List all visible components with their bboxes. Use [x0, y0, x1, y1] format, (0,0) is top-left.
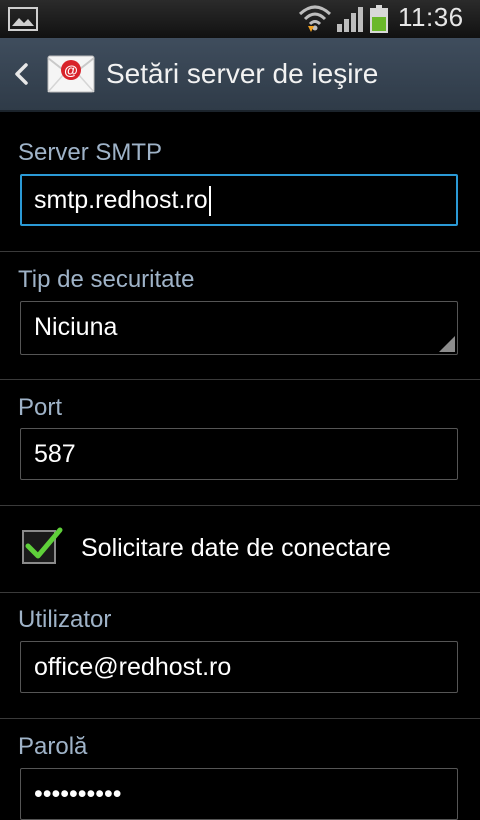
email-app-icon: @ — [46, 54, 98, 94]
text-cursor — [208, 186, 211, 217]
divider — [0, 592, 480, 593]
port-input[interactable]: 587 — [20, 428, 458, 480]
security-type-label: Tip de securitate — [18, 266, 195, 293]
username-input[interactable]: office@redhost.ro — [20, 641, 458, 693]
require-login-label[interactable]: Solicitare date de conectare — [81, 534, 391, 563]
password-value: •••••••••• — [34, 780, 122, 808]
divider — [0, 718, 480, 719]
divider — [0, 251, 480, 252]
password-label: Parolă — [18, 733, 88, 760]
action-bar: @ Setări server de ieşire — [0, 38, 480, 112]
dropdown-corner-icon — [439, 336, 455, 352]
username-value: office@redhost.ro — [34, 653, 232, 681]
page-title: Setări server de ieşire — [106, 58, 379, 89]
smtp-server-value: smtp.redhost.ro — [34, 186, 208, 214]
require-login-checkbox[interactable] — [22, 527, 63, 564]
security-type-value: Niciuna — [34, 313, 118, 341]
checkmark-icon — [25, 527, 63, 559]
status-bar: 11:36 — [0, 0, 480, 38]
divider — [0, 505, 480, 506]
username-label: Utilizator — [18, 606, 112, 633]
wifi-icon — [298, 4, 332, 39]
divider — [0, 379, 480, 380]
port-value: 587 — [34, 440, 76, 468]
signal-icon — [336, 6, 364, 37]
port-label: Port — [18, 394, 63, 421]
smtp-server-label: Server SMTP — [18, 139, 163, 166]
status-time: 11:36 — [398, 2, 464, 32]
svg-text:@: @ — [64, 62, 78, 78]
password-input[interactable]: •••••••••• — [20, 768, 458, 820]
chevron-left-icon — [12, 62, 30, 91]
security-type-select[interactable]: Niciuna — [20, 301, 458, 355]
back-button[interactable]: @ — [6, 52, 100, 96]
smtp-server-input[interactable]: smtp.redhost.ro — [20, 174, 458, 226]
gallery-icon — [8, 7, 38, 36]
battery-icon — [370, 5, 388, 33]
